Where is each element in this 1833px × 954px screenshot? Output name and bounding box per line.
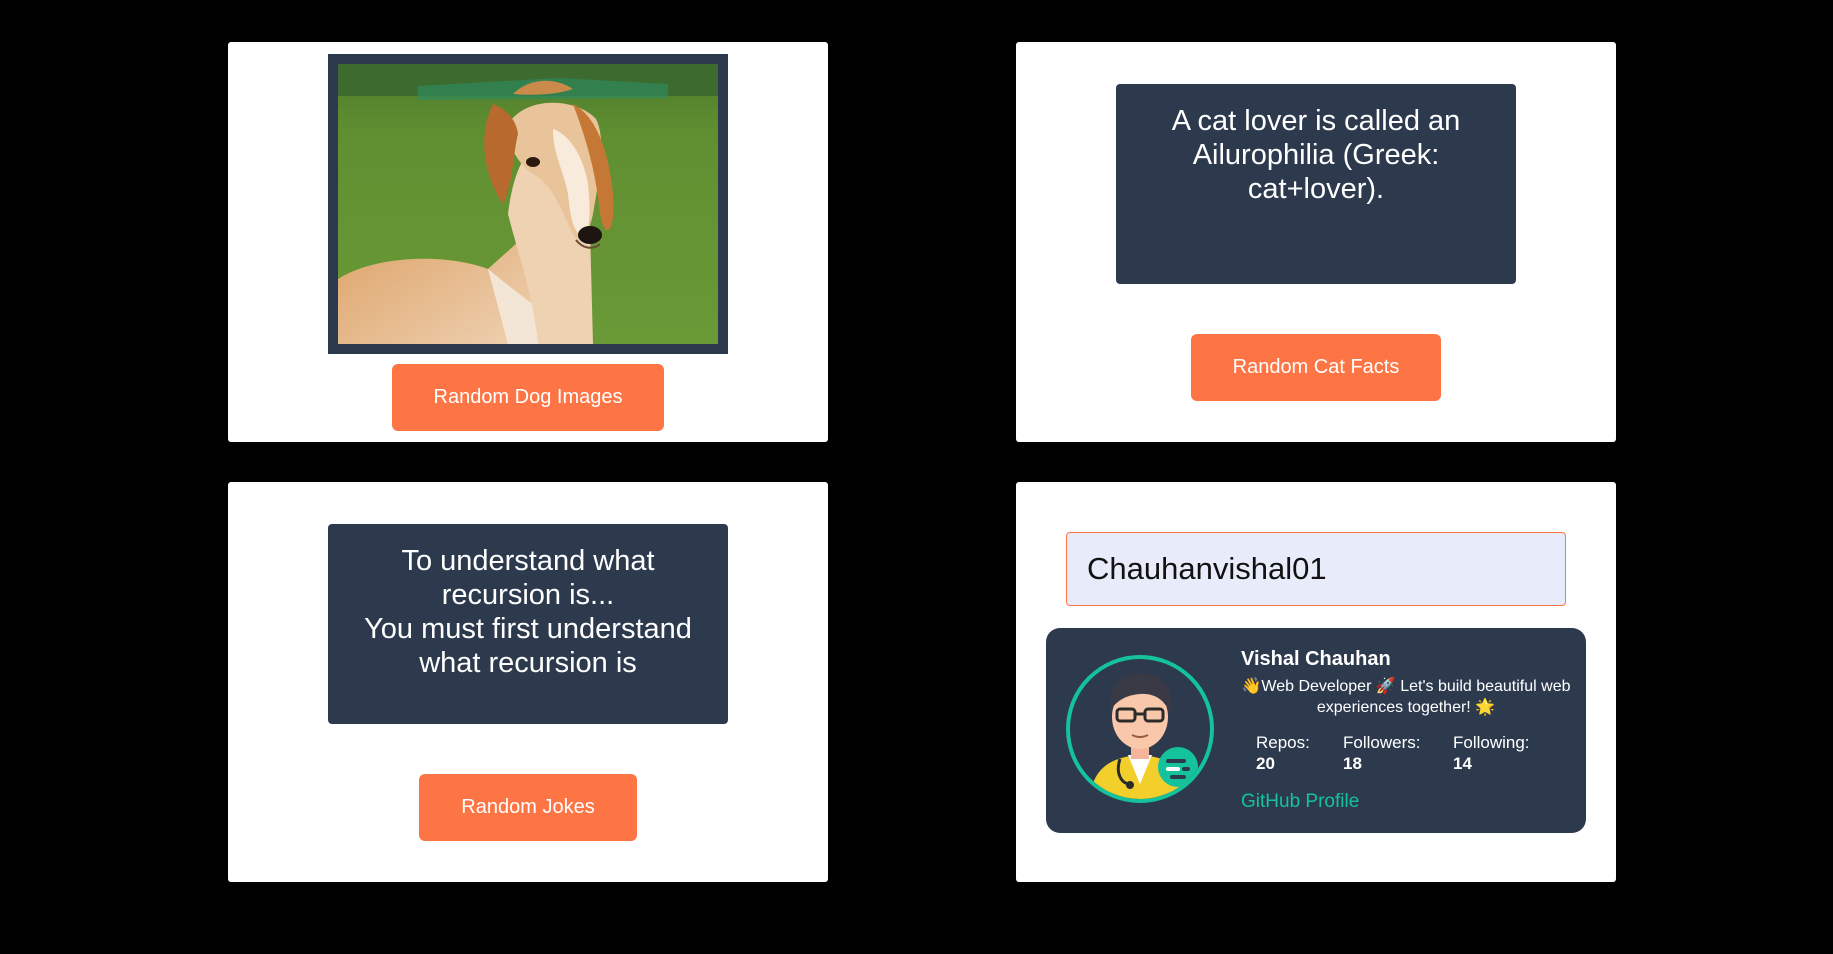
followers-stat: Followers: 18 xyxy=(1343,732,1420,774)
followers-count: 18 xyxy=(1343,754,1362,773)
joke-text: To understand what recursion is... You m… xyxy=(328,524,728,680)
avatar xyxy=(1066,655,1214,803)
dog-image-frame xyxy=(328,54,728,354)
joke-setup: To understand what recursion is... xyxy=(401,545,655,611)
repos-count: 20 xyxy=(1256,754,1275,773)
cat-facts-card: A cat lover is called an Ailurophilia (G… xyxy=(1016,42,1616,442)
random-dog-images-button[interactable]: Random Dog Images xyxy=(392,364,664,431)
dog-card: Random Dog Images xyxy=(228,42,828,442)
github-profile-panel: Vishal Chauhan 👋Web Developer 🚀 Let's bu… xyxy=(1046,628,1586,833)
repos-stat: Repos: 20 xyxy=(1256,732,1310,774)
following-stat: Following: 14 xyxy=(1453,732,1530,774)
profile-bio: 👋Web Developer 🚀 Let's build beautiful w… xyxy=(1241,678,1571,716)
profile-name: Vishal Chauhan xyxy=(1241,648,1391,670)
cat-fact-panel: A cat lover is called an Ailurophilia (G… xyxy=(1116,84,1516,284)
github-username-input[interactable] xyxy=(1066,532,1566,606)
repos-label: Repos: xyxy=(1256,733,1310,752)
random-cat-facts-button[interactable]: Random Cat Facts xyxy=(1191,334,1441,401)
following-label: Following: xyxy=(1453,733,1530,752)
random-jokes-button[interactable]: Random Jokes xyxy=(419,774,637,841)
cat-fact-text: A cat lover is called an Ailurophilia (G… xyxy=(1171,105,1461,205)
github-profile-link[interactable]: GitHub Profile xyxy=(1241,791,1359,813)
following-count: 14 xyxy=(1453,754,1472,773)
followers-label: Followers: xyxy=(1343,733,1421,752)
jokes-card: To understand what recursion is... You m… xyxy=(228,482,828,882)
dog-image xyxy=(338,64,718,344)
github-card: Vishal Chauhan 👋Web Developer 🚀 Let's bu… xyxy=(1016,482,1616,882)
joke-panel: To understand what recursion is... You m… xyxy=(328,524,728,724)
joke-punchline: You must first understand what recursion… xyxy=(364,613,692,679)
